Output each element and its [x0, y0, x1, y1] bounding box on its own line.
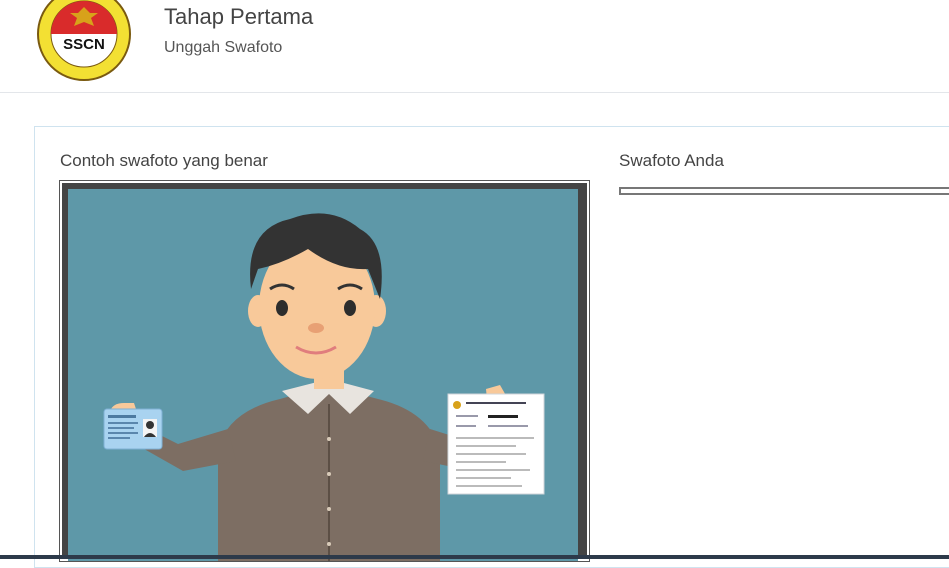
sample-title: Contoh swafoto yang benar: [60, 151, 268, 170]
page-subtitle: Unggah Swafoto: [164, 39, 283, 56]
logo-text: SSCN: [63, 36, 105, 53]
user-selfie-preview[interactable]: [619, 187, 949, 195]
sample-selfie-image: [59, 180, 590, 562]
page-title: Tahap Pertama: [164, 4, 314, 29]
bottom-bar: [0, 555, 949, 559]
selfie-illustration: [68, 189, 578, 561]
user-selfie-title: Swafoto Anda: [619, 151, 724, 170]
sscn-logo: SSCN: [37, 0, 131, 81]
page-header: SSCN Tahap Pertama Unggah Swafoto: [0, 0, 949, 93]
